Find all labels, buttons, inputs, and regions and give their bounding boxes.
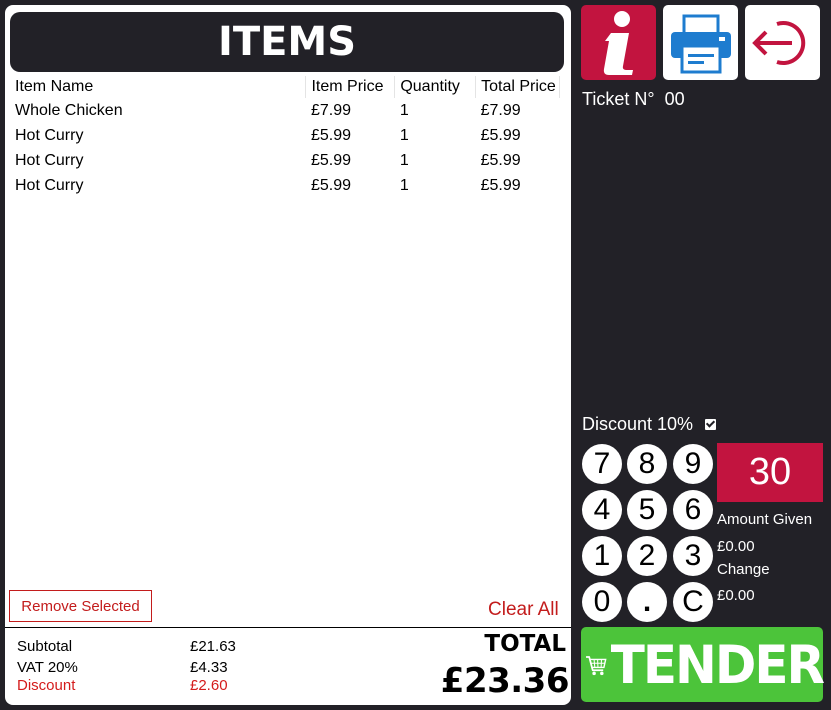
clear-all-button[interactable]: Clear All xyxy=(488,599,559,621)
table-row[interactable]: Hot Curry £5.99 1 £5.99 xyxy=(10,173,560,198)
amount-display: 30 xyxy=(717,443,823,502)
key-2[interactable]: 2 xyxy=(627,536,667,576)
item-price-cell: £5.99 xyxy=(310,176,351,194)
key-decimal[interactable]: . xyxy=(627,582,667,622)
quantity-cell: 1 xyxy=(399,176,409,194)
discount-option-label: Discount 10% xyxy=(582,414,694,434)
item-name-cell: Hot Curry xyxy=(15,176,84,194)
subtotal-label: Subtotal xyxy=(17,638,73,655)
key-4[interactable]: 4 xyxy=(582,490,622,530)
key-0[interactable]: 0 xyxy=(582,582,622,622)
item-name-cell: Hot Curry xyxy=(15,151,84,169)
discount-toggle[interactable]: Discount 10% xyxy=(582,414,717,435)
change-label: Change xyxy=(717,561,770,578)
vat-value: £4.33 xyxy=(190,659,228,676)
ticket-number: Ticket N° 00 xyxy=(582,89,685,110)
key-5[interactable]: 5 xyxy=(627,490,667,530)
item-name-cell: Hot Curry xyxy=(15,126,84,144)
item-price-cell: £7.99 xyxy=(310,101,351,119)
item-price-cell: £5.99 xyxy=(310,126,351,144)
discount-value: £2.60 xyxy=(190,677,228,694)
quantity-cell: 1 xyxy=(399,101,409,119)
cart-icon xyxy=(586,655,607,675)
order-panel: ITEMS Item Name Item Price Quantity Tota… xyxy=(5,5,571,705)
key-1[interactable]: 1 xyxy=(582,536,622,576)
discount-checkbox[interactable] xyxy=(705,419,717,430)
key-8[interactable]: 8 xyxy=(627,444,667,484)
column-header-total-price[interactable]: Total Price xyxy=(475,76,560,98)
ticket-number-value: 00 xyxy=(664,89,685,109)
printer-icon xyxy=(670,14,731,73)
subtotal-value: £21.63 xyxy=(190,638,236,655)
remove-selected-button[interactable]: Remove Selected xyxy=(9,590,152,622)
summary-divider xyxy=(5,627,571,628)
ticket-label: Ticket N° xyxy=(582,89,655,109)
item-name-cell: Whole Chicken xyxy=(15,101,123,119)
key-6[interactable]: 6 xyxy=(673,490,713,530)
logout-icon xyxy=(751,20,805,65)
table-header-row: Item Name Item Price Quantity Total Pric… xyxy=(10,76,560,98)
logout-button[interactable] xyxy=(745,5,820,80)
tender-button[interactable]: TENDER xyxy=(581,627,825,702)
table-row[interactable]: Hot Curry £5.99 1 £5.99 xyxy=(10,148,560,173)
info-icon xyxy=(603,10,633,75)
change-value: £0.00 xyxy=(717,587,755,604)
total-price-cell: £7.99 xyxy=(480,101,521,119)
item-price-cell: £5.99 xyxy=(310,151,351,169)
items-table: Item Name Item Price Quantity Total Pric… xyxy=(10,76,560,198)
print-button[interactable] xyxy=(663,5,738,80)
key-9[interactable]: 9 xyxy=(673,444,713,484)
key-7[interactable]: 7 xyxy=(582,444,622,484)
amount-given-label: Amount Given xyxy=(717,511,813,528)
key-3[interactable]: 3 xyxy=(673,536,713,576)
total-price-cell: £5.99 xyxy=(480,126,521,144)
column-header-quantity[interactable]: Quantity xyxy=(394,76,477,98)
vat-label: VAT 20% xyxy=(17,659,78,676)
quantity-cell: 1 xyxy=(399,151,409,169)
column-header-item-name[interactable]: Item Name xyxy=(10,76,307,98)
total-price-cell: £5.99 xyxy=(480,151,521,169)
quantity-cell: 1 xyxy=(399,126,409,144)
info-button[interactable] xyxy=(581,5,656,80)
discount-label: Discount xyxy=(17,677,76,694)
amount-given-value: £0.00 xyxy=(717,538,755,555)
total-value: £23.36 xyxy=(440,661,570,701)
total-label: TOTAL xyxy=(484,631,566,657)
key-clear[interactable]: C xyxy=(673,582,713,622)
total-price-cell: £5.99 xyxy=(480,176,521,194)
items-header: ITEMS xyxy=(10,12,564,72)
tender-label: TENDER xyxy=(610,634,825,695)
column-header-item-price[interactable]: Item Price xyxy=(305,76,396,98)
table-row[interactable]: Whole Chicken £7.99 1 £7.99 xyxy=(10,98,560,123)
table-row[interactable]: Hot Curry £5.99 1 £5.99 xyxy=(10,123,560,148)
